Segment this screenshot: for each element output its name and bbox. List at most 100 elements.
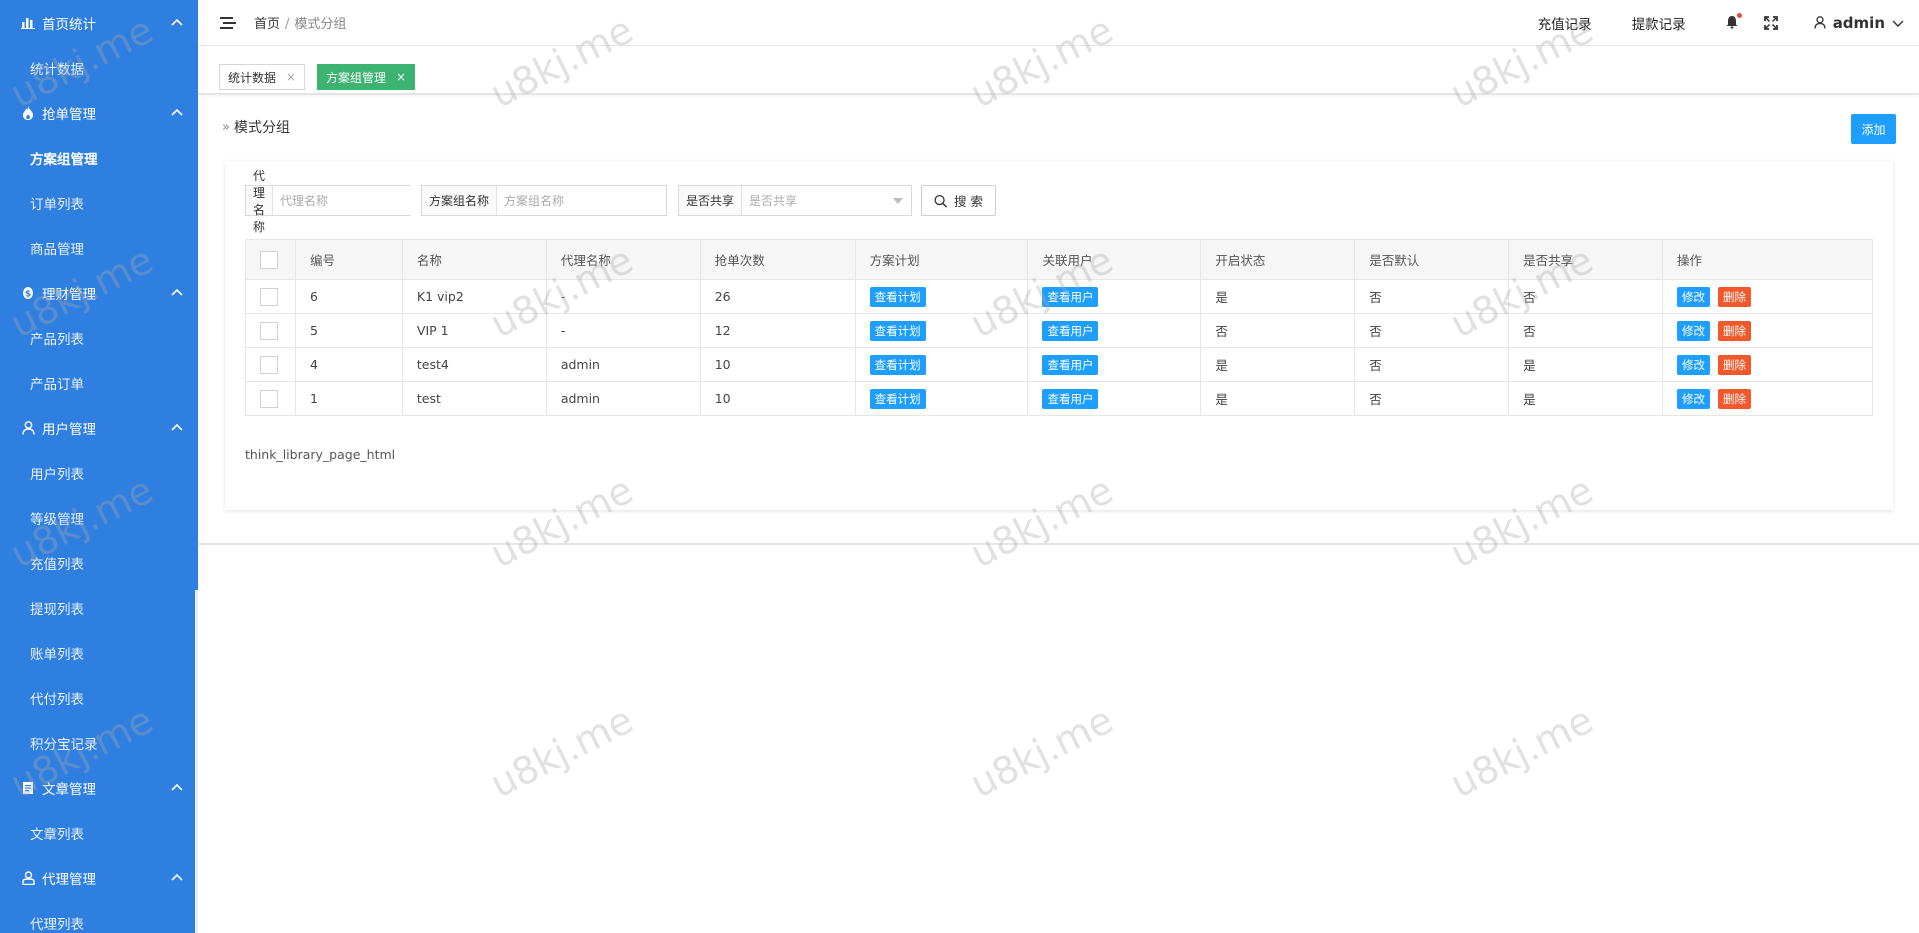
user-icon — [20, 420, 36, 436]
sidebar-item-article-list[interactable]: 文章列表 — [0, 810, 198, 855]
cell-name: test4 — [401, 347, 547, 382]
sidebar-item-product-orders[interactable]: 产品订单 — [0, 360, 198, 405]
breadcrumb-home[interactable]: 首页 — [254, 17, 280, 32]
column-header: 代理名称 — [545, 239, 701, 280]
menu-toggle-icon[interactable] — [220, 16, 236, 30]
pagination-placeholder: think_library_page_html — [245, 447, 396, 462]
close-icon[interactable]: × — [396, 70, 406, 84]
cell-agent: - — [545, 313, 701, 348]
close-icon[interactable]: × — [286, 70, 296, 84]
recharge-records-link[interactable]: 充值记录 — [1538, 13, 1592, 33]
watermark: u8kj.me — [483, 697, 640, 807]
sidebar-item-label: 代付列表 — [30, 691, 84, 708]
view-users-button[interactable]: 查看用户 — [1042, 388, 1099, 409]
sidebar-group-label: 用户管理 — [42, 421, 96, 438]
tab-plan-groups[interactable]: 方案组管理 × — [317, 64, 416, 90]
agent-name-label: 代理名称 — [246, 169, 274, 234]
sidebar-item-products[interactable]: 商品管理 — [0, 225, 198, 270]
sidebar-item-user-list[interactable]: 用户列表 — [0, 450, 198, 495]
column-header: 操作 — [1662, 239, 1873, 280]
shared-select[interactable]: 是否共享 — [742, 186, 911, 215]
sidebar-item-plan-groups[interactable]: 方案组管理 — [0, 135, 198, 180]
row-checkbox[interactable] — [260, 321, 278, 340]
agent-icon — [20, 870, 36, 886]
shared-label: 是否共享 — [679, 186, 743, 215]
user-menu[interactable]: admin — [1814, 14, 1905, 32]
view-users-button[interactable]: 查看用户 — [1042, 286, 1099, 307]
cell-enabled: 是 — [1200, 381, 1356, 416]
column-header: 关联用户 — [1027, 239, 1202, 280]
sidebar-item-agent-list[interactable]: 代理列表 — [0, 900, 198, 933]
group-name-label: 方案组名称 — [422, 186, 498, 215]
sidebar-item-product-list[interactable]: 产品列表 — [0, 315, 198, 360]
sidebar-item-label: 代理列表 — [30, 916, 84, 933]
sidebar-item-recharges[interactable]: 充值列表 — [0, 540, 198, 585]
row-checkbox-cell — [245, 313, 296, 348]
search-icon — [934, 194, 948, 208]
sidebar-item-payouts[interactable]: 代付列表 — [0, 675, 198, 720]
sidebar-group-orders[interactable]: 抢单管理 — [0, 90, 198, 135]
cell-id: 6 — [294, 279, 403, 314]
sidebar-item-levels[interactable]: 等级管理 — [0, 495, 198, 540]
bell-icon[interactable] — [1726, 13, 1742, 31]
edit-button[interactable]: 修改 — [1677, 354, 1711, 375]
select-all-cell — [245, 239, 296, 280]
group-name-input[interactable] — [497, 186, 666, 215]
withdraw-records-link[interactable]: 提款记录 — [1632, 13, 1686, 33]
cell-id: 1 — [294, 381, 403, 416]
search-button[interactable]: 搜 索 — [921, 185, 996, 216]
row-checkbox[interactable] — [260, 389, 278, 408]
sidebar-item-points-records[interactable]: 积分宝记录 — [0, 720, 198, 765]
delete-button[interactable]: 删除 — [1718, 354, 1752, 375]
select-all-checkbox[interactable] — [260, 250, 278, 269]
edit-button[interactable]: 修改 — [1677, 320, 1711, 341]
delete-button[interactable]: 删除 — [1718, 388, 1752, 409]
tab-stats[interactable]: 统计数据 × — [219, 64, 306, 90]
svg-text:$: $ — [25, 289, 31, 299]
flame-icon — [20, 105, 36, 121]
fullscreen-icon[interactable] — [1763, 16, 1778, 30]
sidebar-item-label: 提现列表 — [30, 601, 84, 618]
username: admin — [1832, 14, 1885, 32]
sidebar-group-finance[interactable]: $ 理财管理 — [0, 270, 198, 315]
cell-count: 10 — [699, 347, 856, 382]
view-plan-button[interactable]: 查看计划 — [869, 388, 926, 409]
sidebar-group-users[interactable]: 用户管理 — [0, 405, 198, 450]
row-checkbox[interactable] — [260, 287, 278, 306]
row-checkbox[interactable] — [260, 355, 278, 374]
plan-group-table: 编号 名称 代理名称 抢单次数 方案计划 关联用户 开启状态 是否默认 是否共享… — [245, 239, 1873, 416]
table-row: 5 VIP 1 - 12 查看计划 查看用户 否 否 否 修改 删除 — [245, 313, 1873, 348]
cell-count: 10 — [699, 381, 856, 416]
edit-button[interactable]: 修改 — [1677, 388, 1711, 409]
shared-select-placeholder: 是否共享 — [749, 194, 798, 208]
content-card: 代理名称 方案组名称 是否共享 是否共享 搜 索 编号 — [225, 161, 1893, 510]
edit-button[interactable]: 修改 — [1677, 286, 1711, 307]
cell-id: 4 — [294, 347, 403, 382]
view-plan-button[interactable]: 查看计划 — [869, 320, 926, 341]
delete-button[interactable]: 删除 — [1718, 320, 1752, 341]
sidebar-scrollbar[interactable] — [195, 590, 198, 933]
cell-shared: 是 — [1508, 347, 1664, 382]
cell-enabled: 是 — [1200, 279, 1356, 314]
sidebar-group-dashboard[interactable]: 首页统计 — [0, 0, 198, 45]
sidebar-item-order-list[interactable]: 订单列表 — [0, 180, 198, 225]
sidebar-item-bills[interactable]: 账单列表 — [0, 630, 198, 675]
chevron-down-icon — [1891, 16, 1905, 30]
sidebar-item-stats[interactable]: 统计数据 — [0, 45, 198, 90]
view-plan-button[interactable]: 查看计划 — [869, 354, 926, 375]
sidebar-group-agents[interactable]: 代理管理 — [0, 855, 198, 900]
view-users-button[interactable]: 查看用户 — [1042, 320, 1099, 341]
sidebar-group-articles[interactable]: 文章管理 — [0, 765, 198, 810]
coin-icon: $ — [20, 285, 36, 301]
breadcrumb-separator: / — [285, 17, 290, 32]
sidebar-item-label: 产品列表 — [30, 331, 84, 348]
agent-name-input[interactable] — [273, 186, 438, 215]
add-button[interactable]: 添加 — [1851, 114, 1896, 144]
view-plan-button[interactable]: 查看计划 — [869, 286, 926, 307]
table-row: 6 K1 vip2 - 26 查看计划 查看用户 是 否 否 修改 删除 — [245, 279, 1873, 314]
sidebar-item-withdrawals[interactable]: 提现列表 — [0, 585, 198, 630]
view-users-button[interactable]: 查看用户 — [1042, 354, 1099, 375]
cell-shared: 是 — [1508, 381, 1664, 416]
cell-name: K1 vip2 — [401, 279, 547, 314]
delete-button[interactable]: 删除 — [1718, 286, 1752, 307]
